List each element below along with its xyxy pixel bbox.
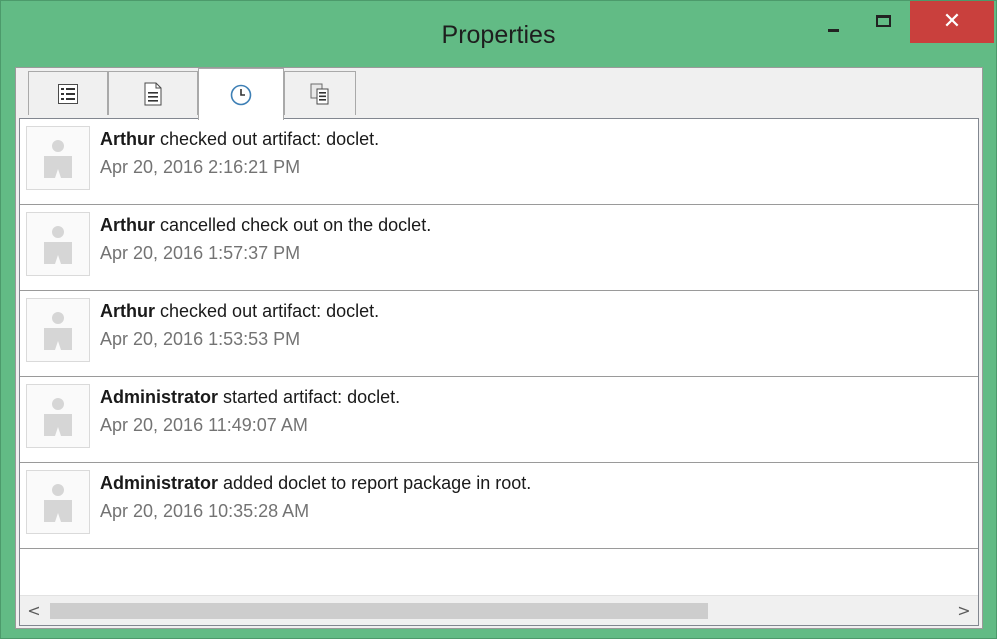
history-user: Arthur <box>100 129 155 149</box>
list-details-icon <box>58 83 78 104</box>
scrollbar-thumb[interactable] <box>50 603 708 619</box>
close-icon: ✕ <box>942 8 962 34</box>
history-list: Arthur checked out artifact: doclet. Apr … <box>20 119 978 595</box>
title-bar[interactable]: Properties ✕ <box>1 1 996 67</box>
history-action: cancelled check out on the doclet. <box>160 215 432 235</box>
minimize-icon <box>827 28 839 32</box>
avatar <box>26 298 90 362</box>
history-timestamp: Apr 20, 2016 1:53:53 PM <box>100 329 301 349</box>
history-item[interactable]: Arthur checked out artifact: doclet. Apr … <box>20 119 978 205</box>
avatar <box>26 126 90 190</box>
history-action: checked out artifact: doclet. <box>160 129 380 149</box>
document-icon <box>144 82 162 105</box>
avatar <box>26 212 90 276</box>
scroll-right-button[interactable]: > <box>950 596 978 625</box>
history-message: Arthur checked out artifact: doclet. <box>100 301 379 322</box>
history-action: added doclet to report package in root. <box>223 473 532 493</box>
maximize-icon <box>875 15 891 27</box>
tab-document[interactable] <box>108 71 198 115</box>
history-timestamp: Apr 20, 2016 1:57:37 PM <box>100 243 301 263</box>
avatar <box>26 470 90 534</box>
history-item[interactable]: Arthur cancelled check out on the doclet… <box>20 205 978 291</box>
history-timestamp: Apr 20, 2016 10:35:28 AM <box>100 501 310 521</box>
client-area: Arthur checked out artifact: doclet. Apr … <box>15 67 983 629</box>
tab-history[interactable] <box>198 68 284 120</box>
user-placeholder-icon <box>44 226 72 264</box>
clock-history-icon <box>230 84 252 105</box>
tab-list-details[interactable] <box>28 71 108 115</box>
chevron-right-icon: > <box>957 601 971 620</box>
history-item[interactable]: Arthur checked out artifact: doclet. Apr … <box>20 291 978 377</box>
maximize-button[interactable] <box>861 1 905 45</box>
history-timestamp: Apr 20, 2016 2:16:21 PM <box>100 157 301 177</box>
history-message: Arthur checked out artifact: doclet. <box>100 129 379 150</box>
history-message: Administrator started artifact: doclet. <box>100 387 400 408</box>
history-timestamp: Apr 20, 2016 11:49:07 AM <box>100 415 308 435</box>
user-placeholder-icon <box>44 140 72 178</box>
history-user: Administrator <box>100 387 219 407</box>
avatar <box>26 384 90 448</box>
history-action: checked out artifact: doclet. <box>160 301 380 321</box>
history-user: Arthur <box>100 301 155 321</box>
close-button[interactable]: ✕ <box>910 1 994 43</box>
history-user: Arthur <box>100 215 155 235</box>
user-placeholder-icon <box>44 312 72 350</box>
user-placeholder-icon <box>44 484 72 522</box>
minimize-button[interactable] <box>813 1 853 45</box>
tab-copy-documents[interactable] <box>284 71 356 115</box>
copy-documents-icon <box>310 83 329 104</box>
history-message: Administrator added doclet to report pac… <box>100 473 531 494</box>
user-placeholder-icon <box>44 398 72 436</box>
history-message: Arthur cancelled check out on the doclet… <box>100 215 431 236</box>
chevron-left-icon: < <box>27 601 41 620</box>
history-user: Administrator <box>100 473 219 493</box>
history-item[interactable]: Administrator added doclet to report pac… <box>20 463 978 549</box>
horizontal-scrollbar[interactable]: < > <box>20 595 978 625</box>
properties-window: Properties ✕ Arthur checked out artifact… <box>0 0 997 639</box>
history-action: started artifact: doclet. <box>223 387 401 407</box>
history-item[interactable]: Administrator started artifact: doclet. A… <box>20 377 978 463</box>
history-panel: Arthur checked out artifact: doclet. Apr … <box>19 118 979 626</box>
scroll-left-button[interactable]: < <box>20 596 48 625</box>
